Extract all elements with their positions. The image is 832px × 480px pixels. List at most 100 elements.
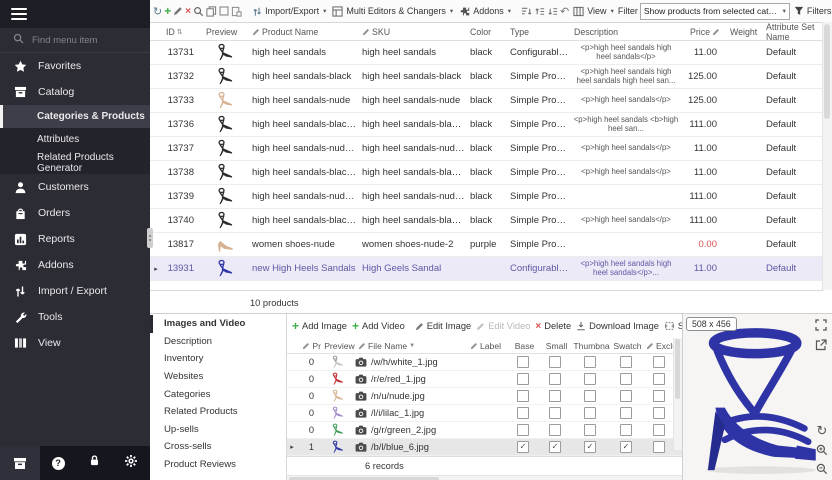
sidebar-item-customers[interactable]: Customers bbox=[0, 174, 150, 200]
search-products-icon[interactable] bbox=[193, 4, 204, 19]
paste-icon[interactable] bbox=[231, 4, 242, 19]
help-icon[interactable]: ? bbox=[52, 457, 65, 470]
checkbox-base[interactable] bbox=[517, 407, 529, 419]
menu-addons[interactable]: Addons▾ bbox=[457, 6, 513, 17]
checkbox-base[interactable]: ✓ bbox=[517, 441, 529, 453]
sidebar-item-import-export[interactable]: Import / Export bbox=[0, 278, 150, 304]
checkbox-exclude[interactable] bbox=[653, 390, 665, 402]
checkbox-small[interactable]: ✓ bbox=[549, 441, 561, 453]
sidebar-item-attributes[interactable]: Attributes bbox=[0, 128, 150, 151]
panel-splitter-handle[interactable] bbox=[147, 228, 153, 248]
sidebar-item-reports[interactable]: Reports bbox=[0, 226, 150, 252]
move-up-icon[interactable] bbox=[534, 4, 545, 19]
sidebar-item-orders[interactable]: Orders bbox=[0, 200, 150, 226]
checkbox-exclude[interactable] bbox=[653, 373, 665, 385]
catalog-shortcut-icon[interactable] bbox=[0, 446, 40, 480]
menu-view[interactable]: View▾ bbox=[571, 6, 616, 17]
checkbox-thumbna[interactable]: ✓ bbox=[584, 441, 596, 453]
checkbox-base[interactable] bbox=[517, 390, 529, 402]
checkbox-thumbna[interactable] bbox=[584, 356, 596, 368]
tab-cross-sells[interactable]: Cross-sells bbox=[150, 438, 286, 456]
checkbox-small[interactable] bbox=[549, 407, 561, 419]
sidebar-item-catalog[interactable]: Catalog bbox=[0, 79, 150, 105]
sidebar-item-addons[interactable]: Addons bbox=[0, 252, 150, 278]
checkbox-base[interactable] bbox=[517, 373, 529, 385]
sidebar-search[interactable]: Find menu item bbox=[0, 28, 150, 53]
delete-product-icon[interactable]: × bbox=[185, 4, 191, 19]
checkbox-swatch[interactable] bbox=[620, 390, 632, 402]
product-row-13931[interactable]: ▸ 13931 new High Heels Sandals High Geel… bbox=[150, 257, 832, 281]
checkbox-thumbna[interactable] bbox=[584, 407, 596, 419]
sort-az-icon[interactable] bbox=[521, 4, 532, 19]
checkbox-small[interactable] bbox=[549, 424, 561, 436]
checkbox-exclude[interactable] bbox=[653, 441, 665, 453]
zoom-in-icon[interactable] bbox=[815, 443, 829, 457]
revert-icon[interactable]: ↶ bbox=[560, 4, 569, 19]
column-header-product-name[interactable]: Product Name bbox=[248, 27, 358, 37]
images-grid-hscrollbar[interactable] bbox=[287, 475, 682, 480]
open-external-icon[interactable] bbox=[814, 338, 828, 352]
column-header-color[interactable]: Color bbox=[466, 27, 506, 37]
image-row-n-u-nude-jpg[interactable]: 0 /n/u/nude.jpg bbox=[287, 388, 682, 405]
gear-icon[interactable] bbox=[124, 454, 138, 473]
checkbox-base[interactable] bbox=[517, 356, 529, 368]
checkbox-exclude[interactable] bbox=[653, 356, 665, 368]
zoom-out-icon[interactable] bbox=[815, 462, 829, 476]
tab-description[interactable]: Description bbox=[150, 333, 286, 351]
checkbox-small[interactable] bbox=[549, 373, 561, 385]
sidebar-item-favorites[interactable]: Favorites bbox=[0, 53, 150, 79]
menu-import-export[interactable]: Import/Export▾ bbox=[250, 6, 328, 17]
sidebar-item-categories-products[interactable]: Categories & Products bbox=[0, 105, 150, 128]
checkbox-thumbna[interactable] bbox=[584, 373, 596, 385]
tab-product-reviews[interactable]: Product Reviews bbox=[150, 456, 286, 474]
edit-product-icon[interactable] bbox=[173, 4, 183, 19]
add-product-icon[interactable]: + bbox=[164, 4, 171, 19]
image-column-header-pr[interactable]: Pr bbox=[297, 341, 321, 351]
checkbox-thumbna[interactable] bbox=[584, 390, 596, 402]
hamburger-menu-icon[interactable] bbox=[11, 6, 27, 23]
checkbox-exclude[interactable] bbox=[653, 407, 665, 419]
tab-related-products[interactable]: Related Products bbox=[150, 403, 286, 421]
checkbox-swatch[interactable] bbox=[620, 424, 632, 436]
image-column-header-preview[interactable]: Preview bbox=[321, 341, 355, 351]
sidebar-item-tools[interactable]: Tools bbox=[0, 304, 150, 330]
refresh-icon[interactable]: ↻ bbox=[153, 4, 162, 19]
column-header-type[interactable]: Type bbox=[506, 27, 570, 37]
tab-categories[interactable]: Categories bbox=[150, 385, 286, 403]
checkbox-small[interactable] bbox=[549, 356, 561, 368]
column-header-weight[interactable]: Weight bbox=[726, 27, 762, 37]
product-row-13737[interactable]: 13737 high heel sandals-nude-36 high hee… bbox=[150, 137, 832, 161]
product-row-13817[interactable]: 13817 women shoes-nude women shoes-nude-… bbox=[150, 233, 832, 257]
product-row-13732[interactable]: 13732 high heel sandals-black high heel … bbox=[150, 65, 832, 89]
add-image-button[interactable]: +Add Image bbox=[292, 319, 347, 333]
image-row-r-e-red-1-jpg[interactable]: 0 /r/e/red_1.jpg bbox=[287, 371, 682, 388]
checkbox-exclude[interactable] bbox=[653, 424, 665, 436]
checkbox-swatch[interactable] bbox=[620, 373, 632, 385]
checkbox-base[interactable] bbox=[517, 424, 529, 436]
tab-websites[interactable]: Websites bbox=[150, 368, 286, 386]
fullscreen-icon[interactable] bbox=[814, 318, 828, 332]
products-grid-scrollbar[interactable] bbox=[822, 22, 832, 290]
column-header-price[interactable]: Price bbox=[682, 27, 726, 37]
sidebar-item-view[interactable]: View bbox=[0, 330, 150, 356]
image-column-header-swatch[interactable]: Swatch bbox=[609, 341, 643, 351]
product-row-13739[interactable]: 13739 high heel sandals-nude-37 high hee… bbox=[150, 185, 832, 209]
move-down-icon[interactable] bbox=[547, 4, 558, 19]
image-row-l-i-lilac-1-jpg[interactable]: 0 /l/i/lilac_1.jpg bbox=[287, 405, 682, 422]
add-video-button[interactable]: +Add Video bbox=[352, 319, 405, 333]
rotate-icon[interactable]: ↻ bbox=[815, 424, 829, 438]
column-header-id[interactable]: ID⇅ bbox=[162, 27, 202, 37]
product-row-13738[interactable]: 13738 high heel sandals-black-37 high he… bbox=[150, 161, 832, 185]
lock-icon[interactable] bbox=[88, 454, 101, 472]
checkbox-tool-icon[interactable] bbox=[219, 4, 229, 19]
filters-button[interactable]: Filters▾ bbox=[792, 6, 832, 16]
sidebar-item-related-products-generator[interactable]: Related Products Generator bbox=[0, 151, 150, 174]
image-column-header-small[interactable]: Small bbox=[539, 341, 571, 351]
images-grid-vscrollbar[interactable] bbox=[673, 338, 682, 450]
image-column-header-file-name[interactable]: File Name▼ bbox=[355, 341, 467, 351]
checkbox-swatch[interactable] bbox=[620, 407, 632, 419]
image-column-header-thumbna[interactable]: Thumbna bbox=[571, 341, 609, 351]
image-column-header-base[interactable]: Base bbox=[507, 341, 539, 351]
product-row-13733[interactable]: 13733 high heel sandals-nude high heel s… bbox=[150, 89, 832, 113]
copy-icon[interactable] bbox=[206, 4, 217, 19]
